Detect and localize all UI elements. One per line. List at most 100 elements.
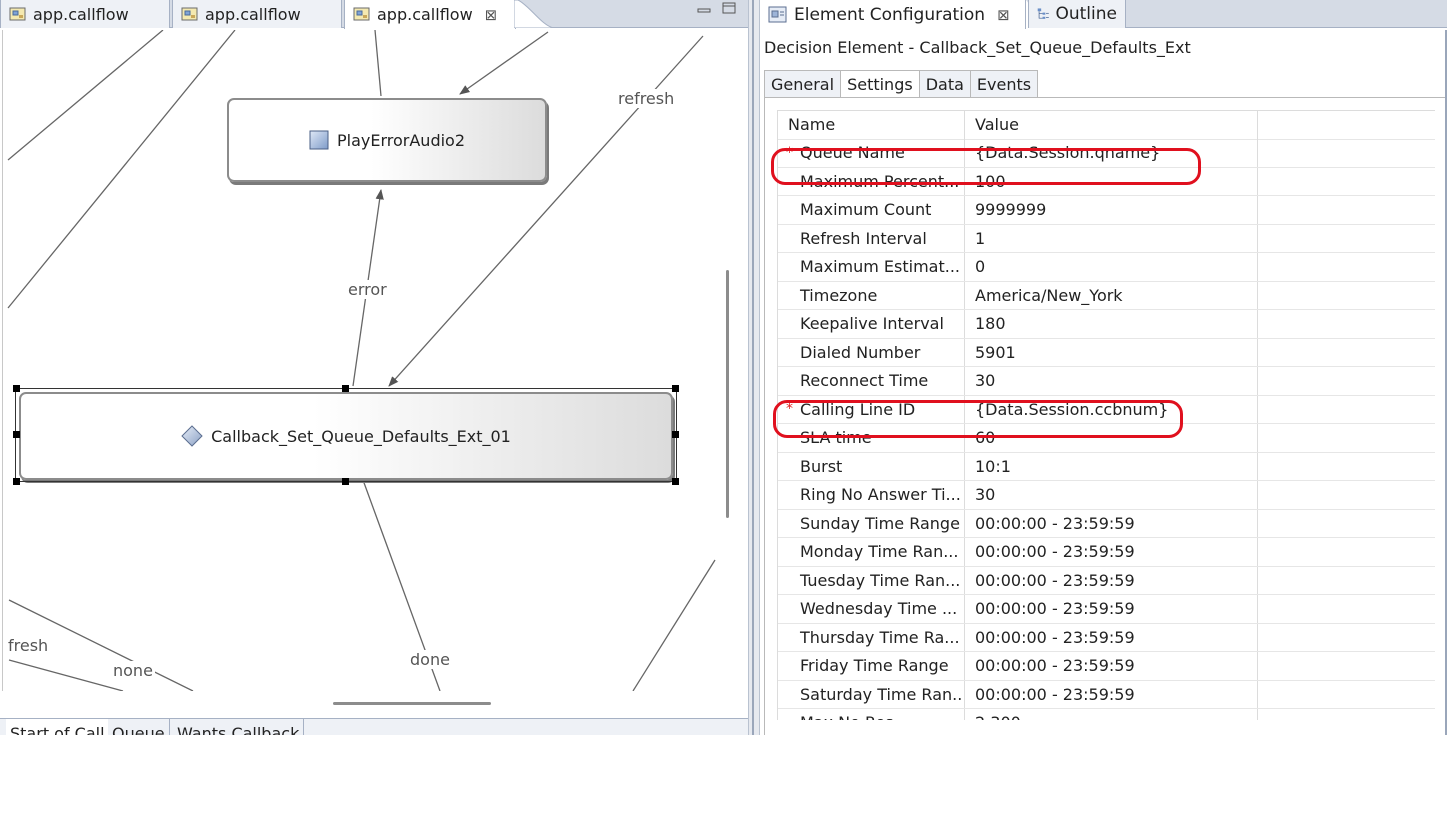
editor-tab-label: app.callflow	[377, 5, 473, 24]
property-value[interactable]: 30	[966, 367, 1258, 395]
outline-icon	[1037, 8, 1049, 19]
table-row[interactable]: Max No Res... 2,300	[778, 709, 1435, 720]
property-value[interactable]: 2,300	[966, 709, 1258, 720]
tab-element-configuration[interactable]: Element Configuration ⊠	[760, 0, 1026, 29]
resize-handle[interactable]	[672, 385, 679, 392]
property-value[interactable]: 9999999	[966, 196, 1258, 224]
property-value[interactable]: 180	[966, 310, 1258, 338]
resize-handle[interactable]	[342, 385, 349, 392]
property-extra-cell	[1259, 424, 1435, 452]
callflow-file-icon	[353, 7, 370, 21]
property-name-label: Dialed Number	[800, 342, 921, 362]
table-row[interactable]: Sunday Time Range 00:00:00 - 23:59:59	[778, 509, 1435, 538]
editor-tab-2[interactable]: app.callflow	[172, 0, 342, 28]
subtab-events[interactable]: Events	[969, 70, 1039, 98]
table-row[interactable]: Friday Time Range 00:00:00 - 23:59:59	[778, 652, 1435, 681]
property-value[interactable]: 00:00:00 - 23:59:59	[966, 680, 1258, 708]
canvas-horizontal-scrollbar[interactable]	[333, 702, 491, 705]
tab-curve-decoration	[514, 0, 554, 28]
page-tab-queue[interactable]: Queue	[108, 719, 170, 735]
property-name-label: Tuesday Time Ran...	[800, 570, 961, 590]
subtab-general[interactable]: General	[764, 70, 841, 98]
property-value[interactable]: 30	[966, 481, 1258, 509]
table-row[interactable]: Saturday Time Ran... 00:00:00 - 23:59:59	[778, 680, 1435, 709]
column-header-name[interactable]: Name	[778, 111, 965, 139]
table-row[interactable]: Timezone America/New_York	[778, 281, 1435, 310]
property-name-label: Wednesday Time ...	[800, 599, 958, 619]
editor-tab-3-active[interactable]: app.callflow ⊠	[344, 0, 516, 29]
maximize-icon[interactable]	[722, 2, 736, 14]
property-value[interactable]: 0	[966, 253, 1258, 281]
tab-outline[interactable]: Outline	[1028, 0, 1126, 28]
table-row[interactable]: Burst 10:1	[778, 452, 1435, 481]
view-tab-bar: Element Configuration ⊠ Outline	[760, 0, 1447, 29]
subtab-data[interactable]: Data	[918, 70, 970, 98]
property-extra-cell	[1259, 225, 1435, 253]
resize-handle[interactable]	[13, 478, 20, 485]
canvas-vertical-scrollbar[interactable]	[726, 270, 729, 518]
property-extra-cell	[1259, 481, 1435, 509]
table-row[interactable]: Keepalive Interval 180	[778, 310, 1435, 339]
editor-tab-bar: app.callflow app.callflow app.callflow ⊠	[0, 0, 748, 29]
table-row[interactable]: Thursday Time Ra... 00:00:00 - 23:59:59	[778, 623, 1435, 652]
property-extra-cell	[1259, 282, 1435, 310]
property-value[interactable]: 00:00:00 - 23:59:59	[966, 623, 1258, 651]
property-name: Tuesday Time Ran...	[778, 566, 965, 594]
table-row[interactable]: Maximum Estimat... 0	[778, 253, 1435, 282]
editor-tab-1[interactable]: app.callflow	[0, 0, 170, 28]
property-extra-cell	[1259, 196, 1435, 224]
property-name: Thursday Time Ra...	[778, 623, 965, 651]
property-extra-cell	[1259, 567, 1435, 595]
page-tab-wants-callback[interactable]: Wants Callback	[173, 719, 305, 735]
tab-label: Element Configuration	[794, 4, 986, 25]
annotation-highlight-queue-name	[771, 148, 1201, 185]
table-row[interactable]: Wednesday Time ... 00:00:00 - 23:59:59	[778, 595, 1435, 624]
property-value[interactable]: 10:1	[966, 452, 1258, 480]
property-value[interactable]: 5901	[966, 338, 1258, 366]
property-extra-cell	[1259, 367, 1435, 395]
table-row[interactable]: Maximum Count 9999999	[778, 196, 1435, 225]
close-tab-icon[interactable]: ⊠	[485, 6, 498, 24]
tab-label: Outline	[1055, 4, 1117, 24]
property-value[interactable]: 00:00:00 - 23:59:59	[966, 566, 1258, 594]
table-row[interactable]: Reconnect Time 30	[778, 367, 1435, 396]
property-extra-cell	[1259, 510, 1435, 538]
close-tab-icon[interactable]: ⊠	[997, 6, 1010, 24]
property-value[interactable]: 00:00:00 - 23:59:59	[966, 509, 1258, 537]
resize-handle[interactable]	[672, 431, 679, 438]
property-name: Reconnect Time	[778, 367, 965, 395]
column-header-value[interactable]: Value	[966, 111, 1258, 139]
resize-handle[interactable]	[13, 385, 20, 392]
panel-splitter[interactable]	[748, 0, 760, 735]
table-row[interactable]: Dialed Number 5901	[778, 338, 1435, 367]
table-row[interactable]: Monday Time Ran... 00:00:00 - 23:59:59	[778, 538, 1435, 567]
property-name: Ring No Answer Ti...	[778, 481, 965, 509]
property-name-label: Friday Time Range	[800, 656, 949, 676]
property-name-label: Ring No Answer Ti...	[800, 485, 961, 505]
property-name-label: Sunday Time Range	[800, 513, 960, 533]
resize-handle[interactable]	[342, 478, 349, 485]
table-row[interactable]: Ring No Answer Ti... 30	[778, 481, 1435, 510]
property-value[interactable]: 1	[966, 224, 1258, 252]
property-value[interactable]: 00:00:00 - 23:59:59	[966, 538, 1258, 566]
property-extra-cell	[1259, 396, 1435, 424]
property-extra-cell	[1259, 339, 1435, 367]
property-name: Wednesday Time ...	[778, 595, 965, 623]
property-name: Timezone	[778, 281, 965, 309]
table-row[interactable]: Refresh Interval 1	[778, 224, 1435, 253]
property-value[interactable]: America/New_York	[966, 281, 1258, 309]
resize-handle[interactable]	[672, 478, 679, 485]
property-value[interactable]: 00:00:00 - 23:59:59	[966, 595, 1258, 623]
property-extra-cell	[1259, 652, 1435, 680]
page-tab-start-of-call[interactable]: Start of Call	[6, 719, 110, 735]
callflow-canvas[interactable]: refresh error fresh none done PlayErrorA…	[2, 30, 716, 691]
callflow-file-icon	[181, 7, 198, 20]
table-row[interactable]: Tuesday Time Ran... 00:00:00 - 23:59:59	[778, 566, 1435, 595]
resize-handle[interactable]	[13, 431, 20, 438]
property-name: Keepalive Interval	[778, 310, 965, 338]
property-name-label: Burst	[800, 456, 843, 476]
subtab-settings[interactable]: Settings	[840, 70, 919, 98]
minimize-icon[interactable]	[697, 2, 711, 14]
property-name: Burst	[778, 452, 965, 480]
property-value[interactable]: 00:00:00 - 23:59:59	[966, 652, 1258, 680]
